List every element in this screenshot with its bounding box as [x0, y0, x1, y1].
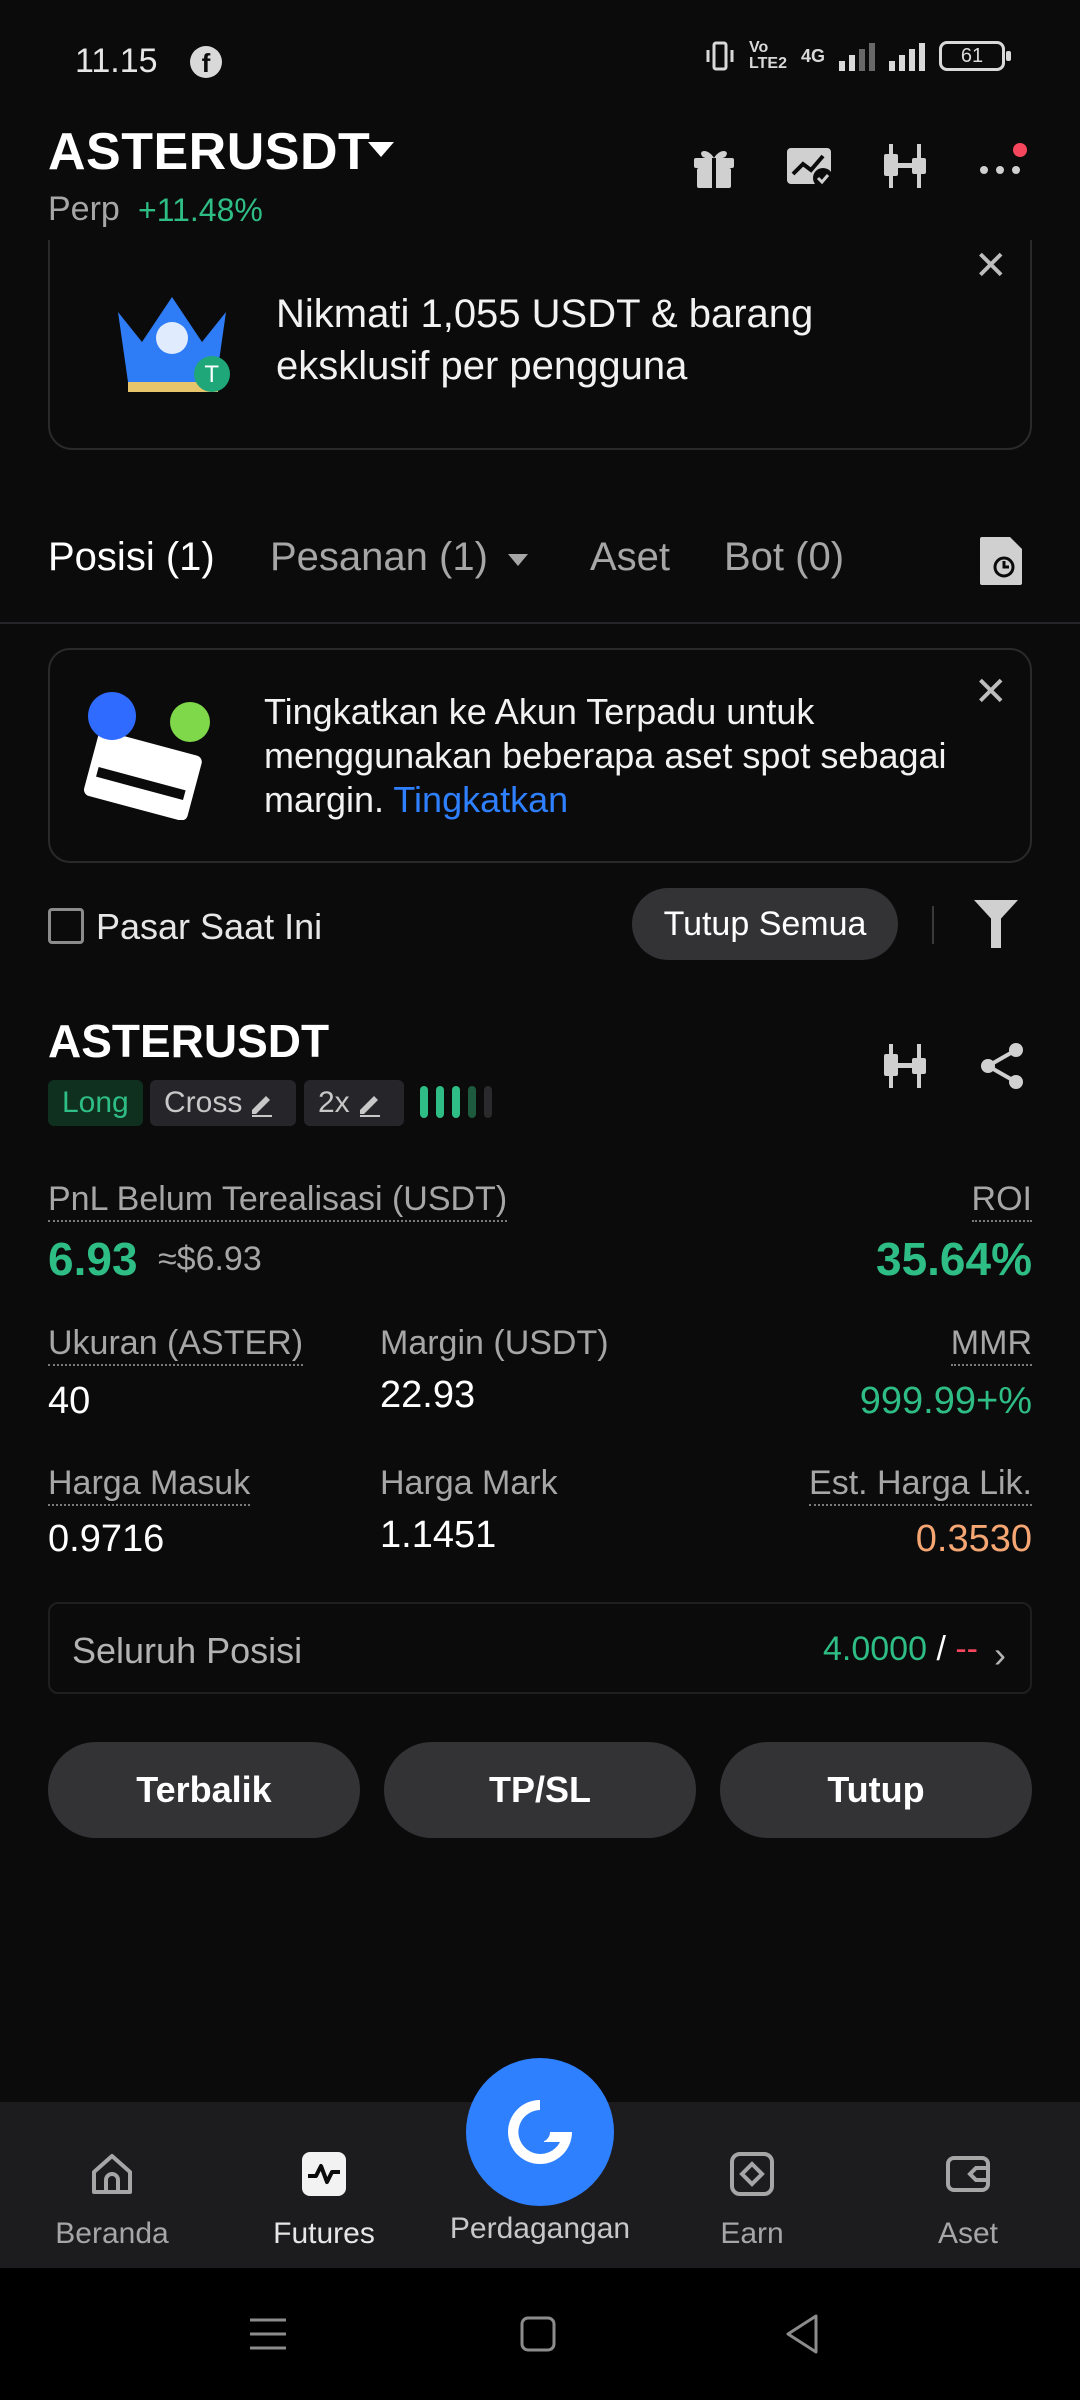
- trade-logo-icon: [508, 2100, 572, 2164]
- menu-icon[interactable]: [248, 2314, 288, 2354]
- upgrade-close-button[interactable]: ✕: [974, 672, 1008, 712]
- margin-label: Margin (USDT): [380, 1324, 609, 1362]
- liq-price-value: 0.3530: [915, 1518, 1032, 1560]
- nav-label-perdagangan[interactable]: Perdagangan: [440, 2212, 640, 2246]
- all-position-sep: /: [927, 1630, 956, 1668]
- tab-aset[interactable]: Aset: [590, 535, 670, 580]
- earn-icon: [730, 2152, 774, 2196]
- roi-label: ROI: [971, 1180, 1032, 1222]
- liq-price-label: Est. Harga Lik.: [809, 1464, 1032, 1506]
- mark-price-label: Harga Mark: [380, 1464, 558, 1502]
- status-indicators: Vo LTE2 4G 61: [705, 39, 1011, 72]
- current-market-label[interactable]: Pasar Saat Ini: [96, 906, 322, 948]
- tab-bot[interactable]: Bot (0): [724, 535, 844, 580]
- filter-icon-stem[interactable]: [991, 918, 1001, 948]
- size-value: 40: [48, 1380, 91, 1422]
- pnl-approx: ≈$6.93: [158, 1240, 262, 1278]
- tab-posisi[interactable]: Posisi (1): [48, 535, 215, 580]
- margin-mode-label: Cross: [164, 1086, 243, 1119]
- candlestick-icon[interactable]: [880, 140, 932, 192]
- home-square-icon[interactable]: [518, 2314, 558, 2354]
- chevron-right-icon[interactable]: ›: [994, 1634, 1006, 1676]
- close-all-button[interactable]: Tutup Semua: [632, 888, 898, 960]
- size-label: Ukuran (ASTER): [48, 1324, 304, 1366]
- volte-icon: Vo LTE2: [749, 39, 787, 72]
- pnl-value: 6.93: [48, 1233, 138, 1285]
- entry-price-label: Harga Masuk: [48, 1464, 251, 1506]
- battery-icon: 61: [939, 41, 1011, 71]
- promo-text: Nikmati 1,055 USDT & barang eksklusif pe…: [276, 292, 814, 388]
- svg-text:T: T: [204, 363, 219, 388]
- chart-check-icon[interactable]: [783, 140, 835, 192]
- reverse-button[interactable]: Terbalik: [48, 1742, 360, 1838]
- pair-title[interactable]: ASTERUSDT: [48, 122, 370, 182]
- candlestick-icon-2[interactable]: [880, 1040, 932, 1092]
- pnl-label: PnL Belum Terealisasi (USDT): [48, 1180, 508, 1222]
- leverage-badge[interactable]: 2x: [304, 1080, 404, 1126]
- wallet-icon: [946, 2156, 990, 2192]
- mark-price-value: 1.1451: [380, 1514, 497, 1556]
- upgrade-message: Tingkatkan ke Akun Terpadu untuk menggun…: [264, 691, 947, 820]
- mmr-label: MMR: [950, 1324, 1032, 1366]
- divider: [932, 906, 934, 944]
- caret-down-icon[interactable]: [368, 142, 394, 157]
- home-icon: [92, 2154, 132, 2194]
- upgrade-link[interactable]: Tingkatkan: [393, 779, 568, 820]
- nav-beranda[interactable]: Beranda: [12, 2150, 212, 2251]
- facebook-icon: f: [190, 46, 222, 78]
- wallet-illustration-icon: [81, 692, 210, 820]
- tab-divider: [0, 622, 1080, 624]
- gift-icon[interactable]: [688, 140, 740, 192]
- leverage-label: 2x: [318, 1086, 350, 1119]
- mmr-value: 999.99+%: [859, 1380, 1032, 1422]
- all-position-label: Seluruh Posisi: [72, 1630, 303, 1671]
- tab-pesanan-caret-icon[interactable]: [508, 554, 528, 566]
- position-symbol[interactable]: ASTERUSDT: [48, 1014, 329, 1068]
- history-doc-icon[interactable]: [978, 535, 1026, 587]
- promo-close-button[interactable]: ✕: [974, 246, 1008, 286]
- vibrate-icon: [706, 41, 734, 71]
- upgrade-text: Tingkatkan ke Akun Terpadu untuk menggun…: [264, 690, 984, 822]
- nav-aset[interactable]: Aset: [868, 2150, 1068, 2251]
- nav-earn[interactable]: Earn: [652, 2150, 852, 2251]
- nav-label-beranda: Beranda: [55, 2217, 169, 2250]
- crown-icon: T: [118, 297, 230, 392]
- roi-value: 35.64%: [875, 1233, 1032, 1285]
- entry-price-value: 0.9716: [48, 1518, 165, 1560]
- all-position-amount: 4.0000: [823, 1630, 927, 1668]
- current-market-checkbox[interactable]: [48, 908, 84, 944]
- margin-value: 22.93: [380, 1374, 476, 1416]
- nav-label-futures: Futures: [273, 2217, 375, 2250]
- price-change: +11.48%: [138, 192, 263, 228]
- tab-pesanan[interactable]: Pesanan (1): [270, 535, 488, 580]
- share-icon[interactable]: [976, 1040, 1028, 1092]
- tpsl-button[interactable]: TP/SL: [384, 1742, 696, 1838]
- back-icon[interactable]: [782, 2312, 822, 2356]
- all-position-value: 4.0000 / --: [823, 1630, 978, 1669]
- risk-level-bars: [420, 1086, 492, 1118]
- signal-icon: [839, 41, 875, 71]
- network-label: 4G: [800, 45, 825, 66]
- edit-icon-2[interactable]: [356, 1090, 384, 1118]
- edit-icon[interactable]: [248, 1090, 276, 1118]
- nav-label-aset: Aset: [937, 2217, 999, 2250]
- nav-futures[interactable]: Futures: [224, 2150, 424, 2251]
- status-time: 11.15: [75, 42, 158, 80]
- trade-fab-button[interactable]: [466, 2058, 614, 2206]
- side-badge: Long: [48, 1080, 143, 1126]
- all-position-dash: --: [955, 1630, 978, 1668]
- futures-icon: [302, 2152, 346, 2196]
- close-position-button[interactable]: Tutup: [720, 1742, 1032, 1838]
- nav-label-earn: Earn: [720, 2217, 784, 2250]
- more-icon[interactable]: [976, 140, 1028, 192]
- market-type: Perp: [48, 190, 120, 228]
- signal-icon-2: [889, 41, 925, 71]
